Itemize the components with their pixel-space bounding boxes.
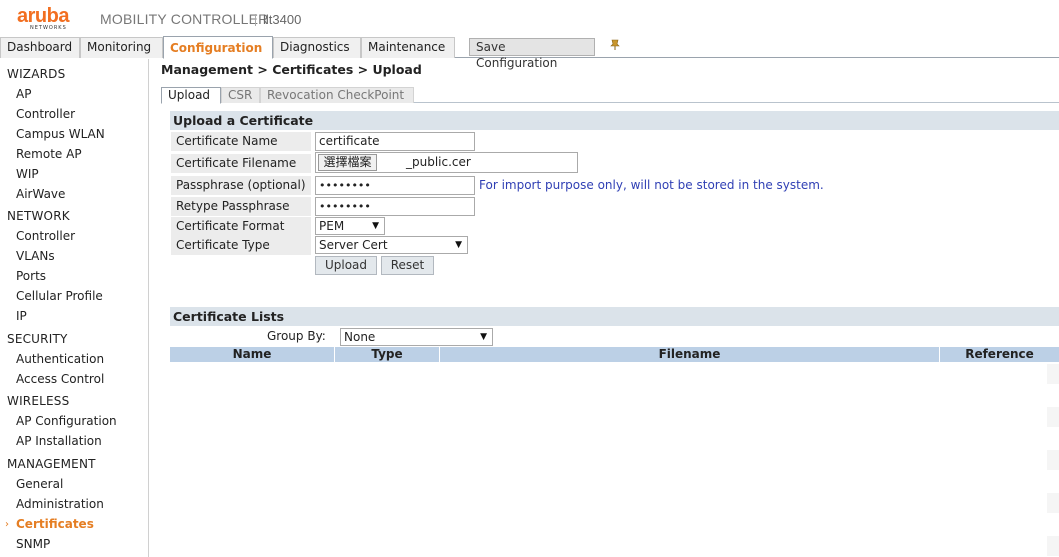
upload-button[interactable]: Upload <box>315 256 377 275</box>
passphrase-hint: For import purpose only, will not be sto… <box>479 178 824 192</box>
active-item-arrow-icon: › <box>5 519 9 530</box>
table-row-stripe <box>1047 536 1059 556</box>
cert-filename-label: Certificate Filename <box>171 154 311 173</box>
subtab-revocation-checkpoint[interactable]: Revocation CheckPoint <box>260 87 414 103</box>
tab-maintenance[interactable]: Maintenance <box>361 37 455 58</box>
cert-type-value: Server Cert <box>319 238 388 252</box>
column-header-type[interactable]: Type <box>334 347 439 362</box>
sidebar-section-security: SECURITY <box>7 332 68 346</box>
cert-type-label: Certificate Type <box>171 236 311 255</box>
sidebar-item-ip[interactable]: IP <box>16 309 27 323</box>
app-header: aruba NETWORKS MOBILITY CONTROLLER llt34… <box>0 0 1059 36</box>
sidebar-item-certificates[interactable]: Certificates <box>16 517 94 531</box>
sidebar-item-ports[interactable]: Ports <box>16 269 46 283</box>
sidebar-item-ap-installation[interactable]: AP Installation <box>16 434 102 448</box>
choose-file-button[interactable]: 選擇檔案 <box>318 154 377 171</box>
group-by-value: None <box>344 330 376 344</box>
retype-passphrase-input[interactable]: •••••••• <box>315 197 475 216</box>
sidebar-item-wizard-ap[interactable]: AP <box>16 87 31 101</box>
sidebar: WIZARDS AP Controller Campus WLAN Remote… <box>0 59 149 557</box>
sidebar-item-airwave[interactable]: AirWave <box>16 187 65 201</box>
cert-format-value: PEM <box>319 219 345 233</box>
top-nav: Dashboard Monitoring Configuration Diagn… <box>0 36 1059 70</box>
group-by-select[interactable]: None ▼ <box>340 328 493 346</box>
file-picker: 選擇檔案 _public.cer <box>315 152 578 173</box>
tab-diagnostics[interactable]: Diagnostics <box>273 37 361 58</box>
reset-button[interactable]: Reset <box>381 256 434 275</box>
sidebar-section-management: MANAGEMENT <box>7 457 96 471</box>
retype-passphrase-label: Retype Passphrase <box>171 197 311 216</box>
sidebar-section-wizards: WIZARDS <box>7 67 66 81</box>
breadcrumb: Management > Certificates > Upload <box>161 62 422 77</box>
sidebar-item-ap-configuration[interactable]: AP Configuration <box>16 414 117 428</box>
cert-name-label: Certificate Name <box>171 132 311 151</box>
sidebar-item-wip[interactable]: WIP <box>16 167 39 181</box>
cert-type-select[interactable]: Server Cert ▼ <box>315 236 468 254</box>
pin-icon[interactable] <box>609 39 621 51</box>
sidebar-item-administration[interactable]: Administration <box>16 497 104 511</box>
chevron-down-icon: ▼ <box>480 332 487 342</box>
cert-format-select[interactable]: PEM ▼ <box>315 217 385 235</box>
subtab-csr[interactable]: CSR <box>221 87 260 103</box>
sidebar-item-cellular-profile[interactable]: Cellular Profile <box>16 289 103 303</box>
header-divider <box>255 14 256 26</box>
cert-format-row: Certificate Format PEM ▼ <box>171 217 1059 236</box>
table-row-stripe <box>1047 364 1059 384</box>
table-row-stripe <box>1047 450 1059 470</box>
chevron-down-icon: ▼ <box>372 221 379 231</box>
upload-section-title: Upload a Certificate <box>170 111 1059 130</box>
sidebar-item-snmp[interactable]: SNMP <box>16 537 50 551</box>
passphrase-input[interactable]: •••••••• <box>315 176 475 195</box>
table-row-stripe <box>1047 493 1059 513</box>
cert-name-input[interactable]: certificate <box>315 132 475 151</box>
tab-configuration[interactable]: Configuration <box>163 36 273 59</box>
sidebar-item-authentication[interactable]: Authentication <box>16 352 104 366</box>
chevron-down-icon: ▼ <box>455 240 462 250</box>
column-header-name[interactable]: Name <box>170 347 334 362</box>
column-header-reference[interactable]: Reference <box>939 347 1059 362</box>
sidebar-item-wizard-controller[interactable]: Controller <box>16 107 75 121</box>
sidebar-item-general[interactable]: General <box>16 477 63 491</box>
sidebar-section-wireless: WIRELESS <box>7 394 70 408</box>
tab-dashboard[interactable]: Dashboard <box>0 37 80 58</box>
cert-type-row: Certificate Type Server Cert ▼ <box>171 236 1059 255</box>
logo-subtitle: NETWORKS <box>30 25 67 31</box>
selected-file-name: _public.cer <box>406 155 471 169</box>
passphrase-label: Passphrase (optional) <box>171 176 311 195</box>
table-row-stripe <box>1047 407 1059 427</box>
certificate-table-header: Name Type Filename Reference <box>170 347 1059 362</box>
column-header-filename[interactable]: Filename <box>439 347 939 362</box>
cert-filename-row: Certificate Filename 選擇檔案 _public.cer <box>171 152 1059 173</box>
passphrase-row: Passphrase (optional) •••••••• For impor… <box>171 176 1059 195</box>
hostname: llt3400 <box>263 12 302 27</box>
sidebar-item-access-control[interactable]: Access Control <box>16 372 104 386</box>
tab-monitoring[interactable]: Monitoring <box>80 37 163 58</box>
sidebar-item-campus-wlan[interactable]: Campus WLAN <box>16 127 105 141</box>
cert-name-row: Certificate Name certificate <box>171 132 1059 151</box>
sidebar-section-network: NETWORK <box>7 209 70 223</box>
sidebar-item-network-controller[interactable]: Controller <box>16 229 75 243</box>
sidebar-item-remote-ap[interactable]: Remote AP <box>16 147 82 161</box>
sub-tabs: Upload CSR Revocation CheckPoint <box>161 87 1059 104</box>
cert-format-label: Certificate Format <box>171 217 311 236</box>
aruba-logo: aruba <box>17 5 69 27</box>
save-configuration-button[interactable]: Save Configuration <box>469 38 595 70</box>
product-name: MOBILITY CONTROLLER <box>100 11 269 27</box>
sidebar-item-vlans[interactable]: VLANs <box>16 249 55 263</box>
subtab-upload[interactable]: Upload <box>161 87 221 104</box>
certificate-lists-title: Certificate Lists <box>170 307 1059 326</box>
retype-passphrase-row: Retype Passphrase •••••••• <box>171 197 1059 216</box>
group-by-label: Group By: <box>267 329 326 343</box>
